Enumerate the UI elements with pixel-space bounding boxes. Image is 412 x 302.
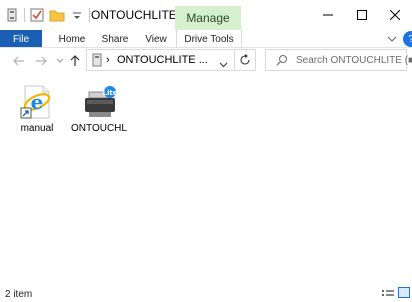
- search-icon: [276, 54, 288, 69]
- back-button[interactable]: [12, 53, 26, 69]
- tab-file[interactable]: File: [0, 30, 42, 48]
- window-title-text: ONTOUCHLITE: [91, 8, 177, 22]
- minimize-icon: [323, 14, 333, 16]
- close-icon: [390, 10, 400, 20]
- scanner-app-icon: Lite: [79, 84, 119, 120]
- up-button[interactable]: [68, 53, 82, 69]
- drive-small-icon: [91, 53, 103, 70]
- internet-explorer-shortcut-icon: e: [17, 84, 57, 120]
- file-item-ontouchl[interactable]: Lite ONTOUCHL: [69, 84, 129, 134]
- details-view-icon[interactable]: [382, 288, 394, 302]
- maximize-button[interactable]: [345, 0, 379, 30]
- search-input[interactable]: Search ONTOUCHLITE (■): [265, 49, 412, 71]
- qat-divider-2: [89, 8, 90, 22]
- close-button[interactable]: [378, 0, 412, 30]
- expand-ribbon-chevron-icon[interactable]: [386, 33, 398, 45]
- new-folder-icon[interactable]: [49, 7, 65, 23]
- tab-home[interactable]: Home: [55, 30, 89, 48]
- maximize-icon: [357, 10, 367, 20]
- ribbon-tabs: File Home Share View Drive Tools ?: [0, 30, 412, 48]
- address-bar[interactable]: › ONTOUCHLITE ...: [86, 49, 256, 71]
- quick-access-toolbar: [4, 6, 94, 24]
- breadcrumb-separator-icon: ›: [106, 54, 110, 66]
- recent-chevron-icon: [56, 58, 64, 63]
- svg-text:Lite: Lite: [103, 89, 118, 97]
- status-bar: 2 item: [0, 282, 412, 302]
- minimize-button[interactable]: [311, 0, 345, 30]
- qat-divider: [24, 8, 25, 22]
- tab-manage[interactable]: Manage: [175, 6, 241, 30]
- properties-check-icon[interactable]: [29, 7, 45, 23]
- file-name: ONTOUCHL: [71, 123, 127, 134]
- recent-locations-dropdown[interactable]: [55, 53, 65, 69]
- file-name: manual: [20, 123, 54, 134]
- forward-arrow-icon: [36, 56, 47, 66]
- item-count: 2 item: [5, 289, 33, 300]
- help-glyph: ?: [408, 34, 412, 45]
- ribbon-divider: [0, 47, 412, 48]
- svg-text:e: e: [31, 90, 44, 114]
- up-arrow-icon: [70, 55, 80, 66]
- drive-icon: [4, 7, 20, 23]
- tab-share[interactable]: Share: [99, 30, 131, 48]
- help-icon[interactable]: ?: [403, 31, 412, 47]
- customize-qat-dropdown-icon[interactable]: [69, 7, 85, 23]
- tab-view[interactable]: View: [142, 30, 170, 48]
- refresh-icon[interactable]: [239, 54, 251, 69]
- back-arrow-icon: [13, 56, 24, 66]
- tab-drive-tools[interactable]: Drive Tools: [176, 30, 242, 48]
- address-dropdown-icon[interactable]: [219, 57, 228, 71]
- search-placeholder: Search ONTOUCHLITE (■): [296, 55, 412, 66]
- address-divider: [234, 50, 235, 70]
- forward-button[interactable]: [34, 53, 48, 69]
- large-icons-view-icon[interactable]: [398, 287, 410, 298]
- title-bar: ONTOUCHLITE (■) Manage: [0, 0, 412, 30]
- file-item-manual[interactable]: e manual: [7, 84, 67, 134]
- breadcrumb[interactable]: ONTOUCHLITE ...: [117, 54, 208, 66]
